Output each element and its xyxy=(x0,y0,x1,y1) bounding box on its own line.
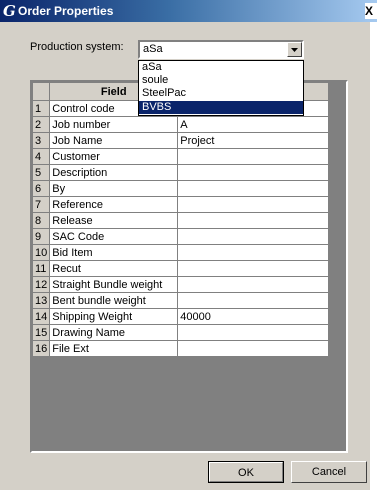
table-row[interactable]: 12 Straight Bundle weight xyxy=(31,276,330,293)
row-number: 13 xyxy=(31,292,51,309)
table-row[interactable]: 5 Description xyxy=(31,164,330,181)
value-cell[interactable] xyxy=(177,212,330,229)
table-row[interactable]: 16 File Ext xyxy=(31,340,330,357)
ok-button-face: OK xyxy=(209,462,283,482)
dropdown-option[interactable]: soule xyxy=(139,74,303,87)
value-cell[interactable] xyxy=(177,260,330,277)
table-row[interactable]: 8 Release xyxy=(31,212,330,229)
field-cell: Description xyxy=(49,164,179,181)
row-number: 11 xyxy=(31,260,51,277)
field-cell: Bent bundle weight xyxy=(49,292,179,309)
row-number: 15 xyxy=(31,324,51,341)
production-system-select[interactable]: aSa xyxy=(138,40,304,59)
table-row[interactable]: 4 Customer xyxy=(31,148,330,165)
dropdown-option-selected[interactable]: BVBS xyxy=(139,101,303,114)
order-properties-dialog: G Order Properties X Production system: … xyxy=(0,0,377,490)
dropdown-option[interactable]: aSa xyxy=(139,61,303,74)
table-row[interactable]: 7 Reference xyxy=(31,196,330,213)
row-number: 9 xyxy=(31,228,51,245)
field-cell: SAC Code xyxy=(49,228,179,245)
value-cell[interactable] xyxy=(177,292,330,309)
value-cell[interactable] xyxy=(177,196,330,213)
value-cell[interactable]: Project xyxy=(177,132,330,149)
field-cell: Job number xyxy=(49,116,179,133)
field-cell: File Ext xyxy=(49,340,179,357)
close-button[interactable]: X xyxy=(365,3,377,19)
row-number: 3 xyxy=(31,132,51,149)
value-cell[interactable] xyxy=(177,148,330,165)
value-cell[interactable] xyxy=(177,164,330,181)
row-number: 7 xyxy=(31,196,51,213)
row-number: 14 xyxy=(31,308,51,325)
table-row[interactable]: 6 By xyxy=(31,180,330,197)
table-row[interactable]: 2 Job number A xyxy=(31,116,330,133)
row-number: 6 xyxy=(31,180,51,197)
row-number: 5 xyxy=(31,164,51,181)
table-row[interactable]: 3 Job Name Project xyxy=(31,132,330,149)
ok-button[interactable]: OK xyxy=(208,461,284,483)
value-cell[interactable] xyxy=(177,228,330,245)
table-row[interactable]: 11 Recut xyxy=(31,260,330,277)
row-number: 4 xyxy=(31,148,51,165)
dropdown-arrow-button[interactable] xyxy=(287,42,302,57)
value-cell[interactable] xyxy=(177,276,330,293)
chevron-down-icon xyxy=(291,48,298,52)
value-cell[interactable] xyxy=(177,324,330,341)
field-cell: Recut xyxy=(49,260,179,277)
app-logo-icon: G xyxy=(3,2,16,20)
table-row[interactable]: 14 Shipping Weight 40000 xyxy=(31,308,330,325)
field-cell: Release xyxy=(49,212,179,229)
production-system-value: aSa xyxy=(143,43,163,55)
window-title: Order Properties xyxy=(18,4,114,18)
row-number: 2 xyxy=(31,116,51,133)
field-cell: Drawing Name xyxy=(49,324,179,341)
production-system-dropdown-list[interactable]: aSa soule SteelPac BVBS xyxy=(138,60,304,116)
field-cell: Shipping Weight xyxy=(49,308,179,325)
value-cell[interactable] xyxy=(177,180,330,197)
row-number: 12 xyxy=(31,276,51,293)
grid-background: Field Value 1Control code2Job numberA3Jo… xyxy=(31,82,346,451)
field-cell: By xyxy=(49,180,179,197)
production-system-label: Production system: xyxy=(30,41,124,53)
row-number: 1 xyxy=(31,100,51,117)
table-row[interactable]: 9 SAC Code xyxy=(31,228,330,245)
title-bar[interactable]: G Order Properties X xyxy=(0,0,377,22)
field-cell: Straight Bundle weight xyxy=(49,276,179,293)
table-row[interactable]: 13 Bent bundle weight xyxy=(31,292,330,309)
dropdown-option[interactable]: SteelPac xyxy=(139,87,303,100)
field-cell: Customer xyxy=(49,148,179,165)
value-cell[interactable]: A xyxy=(177,116,330,133)
field-cell: Bid Item xyxy=(49,244,179,261)
value-cell[interactable] xyxy=(177,244,330,261)
grid-table: Field Value 1Control code2Job numberA3Jo… xyxy=(31,82,330,357)
value-cell[interactable] xyxy=(177,340,330,357)
field-cell: Job Name xyxy=(49,132,179,149)
field-cell: Reference xyxy=(49,196,179,213)
row-number: 10 xyxy=(31,244,51,261)
table-row[interactable]: 15 Drawing Name xyxy=(31,324,330,341)
value-cell[interactable]: 40000 xyxy=(177,308,330,325)
grid-header-num xyxy=(31,82,51,101)
order-fields-grid[interactable]: Field Value 1Control code2Job numberA3Jo… xyxy=(30,80,348,453)
row-number: 8 xyxy=(31,212,51,229)
cancel-button[interactable]: Cancel xyxy=(291,461,367,483)
table-row[interactable]: 10 Bid Item xyxy=(31,244,330,261)
row-number: 16 xyxy=(31,340,51,357)
